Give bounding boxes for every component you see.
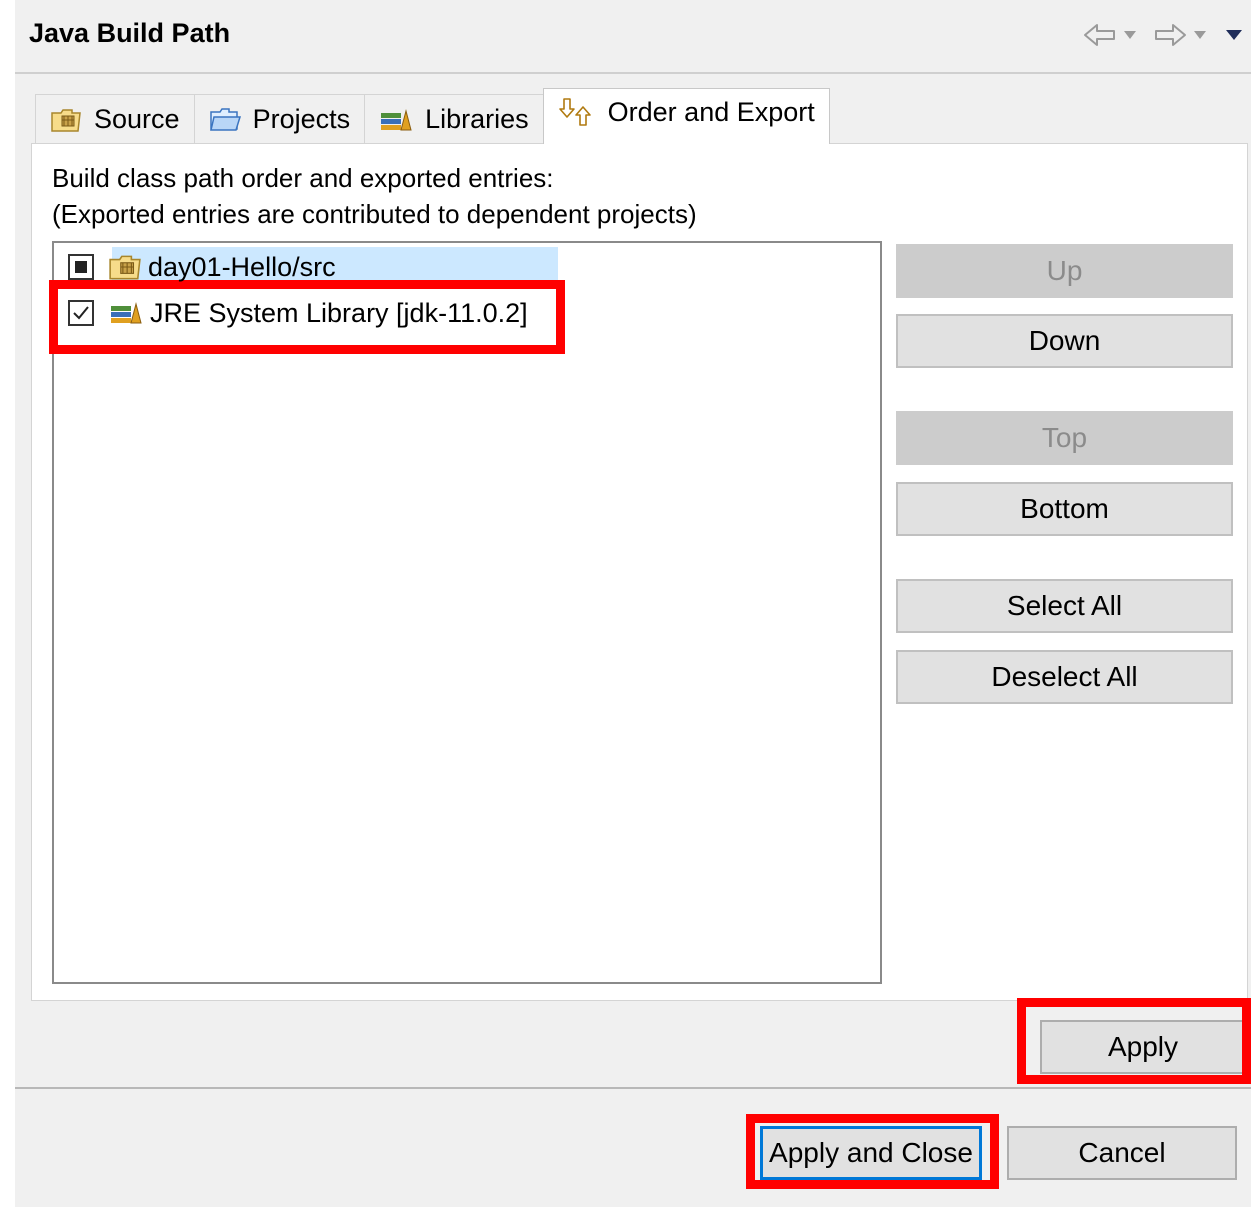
- tab-source[interactable]: Source: [35, 94, 195, 144]
- dropdown-icon: [1194, 31, 1206, 39]
- entry-label: day01-Hello/src: [148, 251, 336, 282]
- tab-strip: Source Projects Libraries Order and Expo…: [35, 88, 830, 144]
- page-title: Java Build Path: [29, 18, 231, 48]
- page-header: Java Build Path: [15, 0, 1251, 74]
- apply-and-close-button[interactable]: Apply and Close: [760, 1126, 982, 1180]
- classpath-entry-list[interactable]: day01-Hello/src JRE System Library [jdk-…: [52, 241, 882, 984]
- panel-description: Build class path order and exported entr…: [52, 160, 697, 232]
- back-button[interactable]: [1083, 22, 1117, 48]
- select-all-button[interactable]: Select All: [896, 579, 1233, 633]
- top-button[interactable]: Top: [896, 411, 1233, 465]
- tab-label: Source: [94, 104, 180, 134]
- down-button[interactable]: Down: [896, 314, 1233, 368]
- tab-projects[interactable]: Projects: [193, 94, 366, 144]
- tab-label: Libraries: [425, 104, 529, 134]
- dialog-button-bar: Apply and Close Cancel: [15, 1089, 1251, 1207]
- bottom-button[interactable]: Bottom: [896, 482, 1233, 536]
- checkmark-icon: [73, 306, 89, 320]
- back-history-dropdown[interactable]: [1123, 30, 1137, 40]
- library-icon: [381, 108, 412, 130]
- dropdown-icon: [1124, 31, 1136, 39]
- tab-label: Projects: [252, 104, 351, 134]
- up-button[interactable]: Up: [896, 244, 1233, 298]
- forward-history-dropdown[interactable]: [1193, 30, 1207, 40]
- export-checkbox[interactable]: [68, 254, 94, 280]
- tab-libraries[interactable]: Libraries: [364, 94, 544, 144]
- source-folder-icon: [51, 108, 81, 132]
- project-folder-icon: [209, 107, 241, 131]
- forward-arrow-icon: [1155, 24, 1186, 46]
- cancel-button[interactable]: Cancel: [1007, 1126, 1237, 1180]
- description-line: (Exported entries are contributed to dep…: [52, 199, 697, 229]
- export-checkbox[interactable]: [68, 300, 94, 326]
- entry-label: JRE System Library [jdk-11.0.2]: [150, 297, 528, 328]
- view-menu-button[interactable]: [1225, 29, 1243, 41]
- left-margin: [0, 0, 15, 1207]
- back-arrow-icon: [1084, 24, 1115, 46]
- description-line: Build class path order and exported entr…: [52, 163, 554, 193]
- tab-order-and-export[interactable]: Order and Export: [542, 88, 830, 144]
- source-folder-icon: [109, 255, 141, 280]
- forward-button[interactable]: [1153, 22, 1187, 48]
- tab-label: Order and Export: [607, 97, 815, 127]
- list-item-day01-hello-src[interactable]: day01-Hello/src: [68, 247, 558, 287]
- order-export-icon: [558, 97, 591, 126]
- deselect-all-button[interactable]: Deselect All: [896, 650, 1233, 704]
- apply-button[interactable]: Apply: [1040, 1020, 1246, 1074]
- order-export-panel: Build class path order and exported entr…: [31, 143, 1248, 1001]
- apply-area: Apply: [15, 1001, 1251, 1087]
- history-nav: [1083, 22, 1243, 48]
- java-build-path-page: Java Build Path Source Projects Librarie…: [15, 0, 1251, 1207]
- library-icon: [111, 302, 142, 324]
- list-item-jre-system-library[interactable]: JRE System Library [jdk-11.0.2]: [68, 293, 528, 333]
- view-menu-icon: [1226, 30, 1242, 40]
